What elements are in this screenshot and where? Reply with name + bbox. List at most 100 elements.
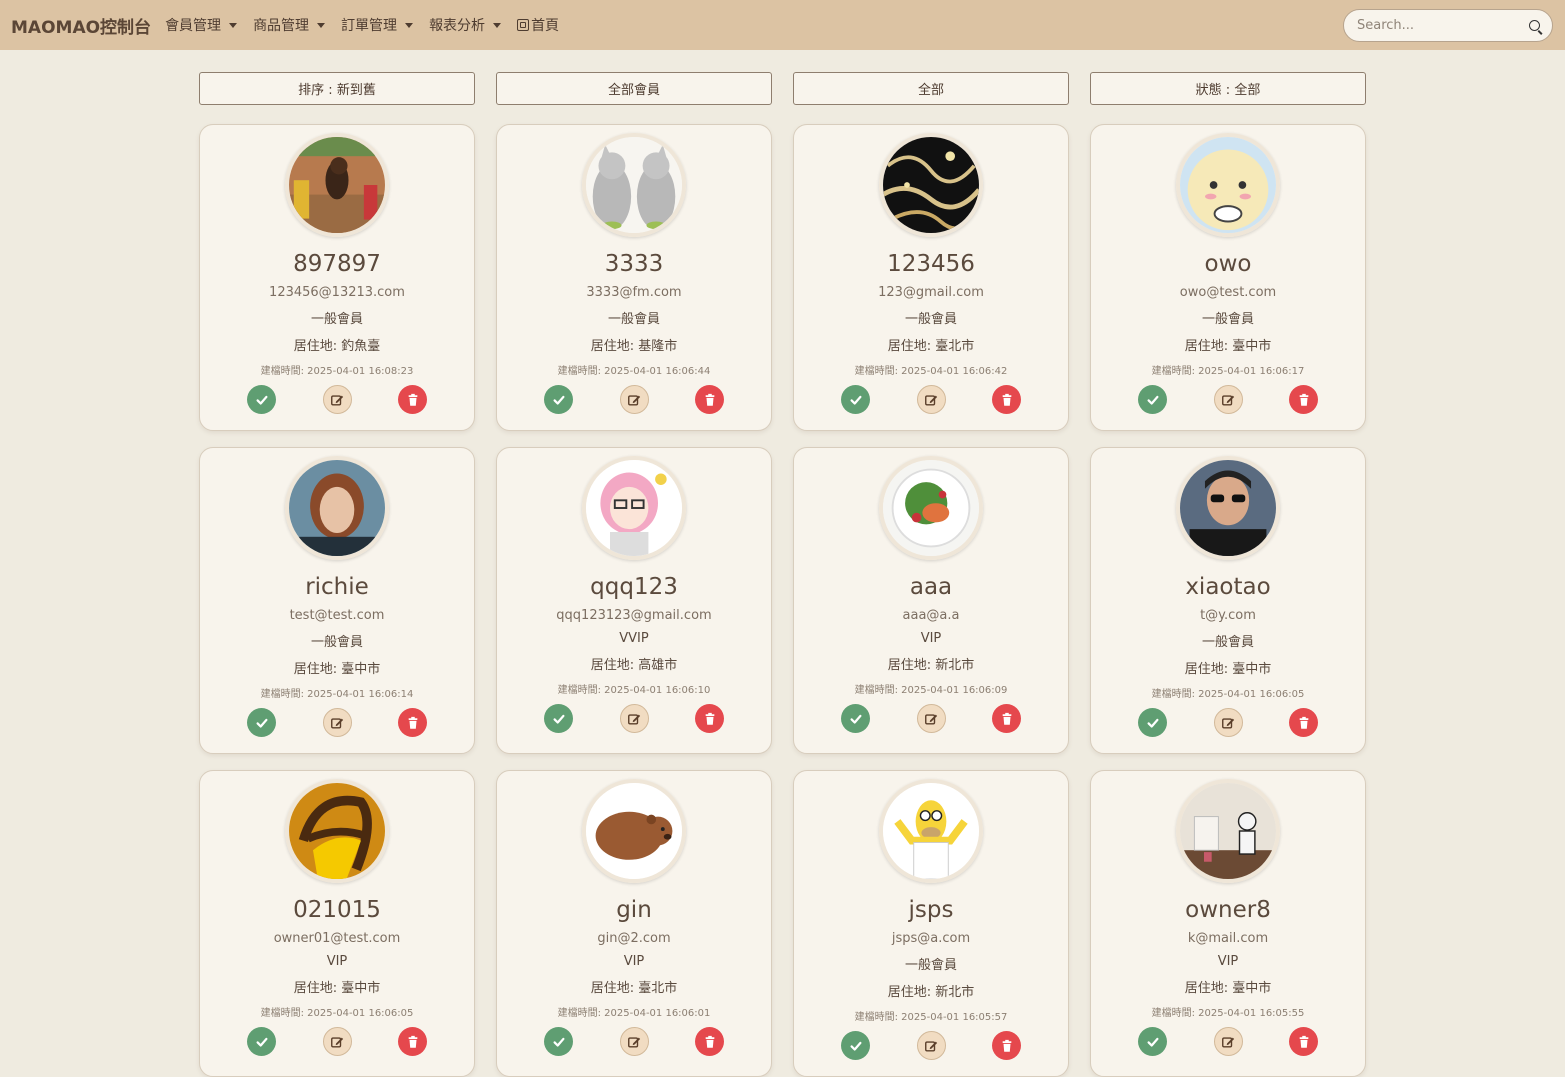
member-created-time: 建檔時間: 2025-04-01 16:06:14 (260, 689, 414, 700)
member-name: 897897 (293, 251, 381, 277)
top-navbar: MAOMAO控制台 會員管理 商品管理 訂單管理 報表分析 首頁 (0, 0, 1565, 50)
level-filter-button[interactable]: 全部 (793, 72, 1069, 105)
delete-button[interactable] (1289, 708, 1318, 737)
approve-button[interactable] (1138, 1027, 1167, 1056)
member-level: VIP (1217, 954, 1239, 969)
check-icon (552, 393, 566, 407)
member-name: gin (616, 897, 652, 923)
edit-button[interactable] (619, 704, 649, 733)
delete-button[interactable] (992, 1031, 1021, 1060)
edit-button[interactable] (322, 1027, 352, 1056)
edit-icon (924, 393, 938, 407)
edit-button[interactable] (916, 704, 946, 733)
edit-button[interactable] (619, 1027, 649, 1056)
edit-icon (1221, 1035, 1235, 1049)
member-email: test@test.com (289, 608, 385, 623)
nav-item-products[interactable]: 商品管理 (253, 15, 326, 35)
approve-button[interactable] (247, 1027, 276, 1056)
brand-logo[interactable]: MAOMAO控制台 (11, 13, 151, 38)
check-icon (552, 1035, 566, 1049)
approve-button[interactable] (1138, 385, 1167, 414)
approve-button[interactable] (544, 1027, 573, 1056)
trash-icon (406, 1035, 420, 1049)
member-city: 居住地: 新北市 (887, 658, 975, 673)
trash-icon (406, 716, 420, 730)
edit-button[interactable] (619, 385, 649, 414)
member-email: 123456@13213.com (269, 285, 405, 300)
delete-button[interactable] (695, 704, 724, 733)
nav-item-label: 首頁 (531, 18, 560, 34)
member-card: 021015 owner01@test.com VIP 居住地: 臺中市 建檔時間: 2… (199, 770, 475, 1077)
edit-icon (330, 716, 344, 730)
delete-button[interactable] (992, 704, 1021, 733)
approve-button[interactable] (247, 708, 276, 737)
nav-menu: 會員管理 商品管理 訂單管理 報表分析 首頁 (165, 15, 575, 35)
member-name: xiaotao (1185, 574, 1271, 600)
member-card: xiaotao t@y.com 一般會員 居住地: 臺中市 建檔時間: 2025-04-… (1090, 447, 1366, 754)
trash-icon (703, 1035, 717, 1049)
check-icon (255, 1035, 269, 1049)
member-name: 3333 (604, 251, 664, 277)
member-card: jsps jsps@a.com 一般會員 居住地: 新北市 建檔時間: 2025-04-… (793, 770, 1069, 1077)
member-email: 123@gmail.com (878, 285, 984, 300)
member-email: jsps@a.com (891, 931, 971, 946)
edit-button[interactable] (1213, 385, 1243, 414)
edit-button[interactable] (322, 385, 352, 414)
search-input[interactable] (1355, 17, 1519, 34)
member-city: 居住地: 臺中市 (1184, 339, 1272, 354)
delete-button[interactable] (992, 385, 1021, 414)
member-card: aaa aaa@a.a VIP 居住地: 新北市 建檔時間: 2025-04-01 16… (793, 447, 1069, 754)
avatar (1176, 456, 1280, 560)
approve-button[interactable] (841, 704, 870, 733)
edit-button[interactable] (916, 1031, 946, 1060)
member-email: k@mail.com (1187, 931, 1269, 946)
delete-button[interactable] (695, 1027, 724, 1056)
edit-button[interactable] (322, 708, 352, 737)
nav-item-reports[interactable]: 報表分析 (429, 15, 502, 35)
avatar (285, 133, 389, 237)
delete-button[interactable] (398, 1027, 427, 1056)
nav-item-orders[interactable]: 訂單管理 (341, 15, 414, 35)
edit-icon (627, 712, 641, 726)
edit-button[interactable] (1213, 1027, 1243, 1056)
member-created-time: 建檔時間: 2025-04-01 16:06:05 (260, 1008, 414, 1019)
approve-button[interactable] (841, 1031, 870, 1060)
member-name: 123456 (887, 251, 975, 277)
member-level: 一般會員 (1201, 635, 1254, 650)
member-card: owner8 k@mail.com VIP 居住地: 臺中市 建檔時間: 2025-04… (1090, 770, 1366, 1077)
member-filter-button[interactable]: 全部會員 (496, 72, 772, 105)
member-card: gin gin@2.com VIP 居住地: 臺北市 建檔時間: 2025-04-01 … (496, 770, 772, 1077)
approve-button[interactable] (247, 385, 276, 414)
member-city: 居住地: 釣魚臺 (293, 339, 381, 354)
delete-button[interactable] (695, 385, 724, 414)
avatar (1176, 133, 1280, 237)
delete-button[interactable] (398, 385, 427, 414)
member-name: aaa (909, 574, 953, 600)
nav-item-members[interactable]: 會員管理 (165, 15, 238, 35)
edit-icon (330, 1035, 344, 1049)
member-level: 一般會員 (310, 635, 363, 650)
nav-item-label: 商品管理 (253, 18, 310, 34)
edit-button[interactable] (916, 385, 946, 414)
nav-item-label: 訂單管理 (341, 18, 398, 34)
edit-button[interactable] (1213, 708, 1243, 737)
card-actions (841, 385, 1021, 414)
sort-filter-button[interactable]: 排序 : 新到舊 (199, 72, 475, 105)
approve-button[interactable] (1138, 708, 1167, 737)
member-level: VIP (623, 954, 645, 969)
member-city: 居住地: 臺北市 (887, 339, 975, 354)
status-filter-button[interactable]: 狀態 : 全部 (1090, 72, 1366, 105)
member-created-time: 建檔時間: 2025-04-01 16:06:17 (1151, 366, 1305, 377)
edit-icon (924, 712, 938, 726)
delete-button[interactable] (398, 708, 427, 737)
approve-button[interactable] (544, 704, 573, 733)
delete-button[interactable] (1289, 1027, 1318, 1056)
member-email: t@y.com (1200, 608, 1256, 623)
nav-item-home[interactable]: 首頁 (517, 15, 559, 35)
member-card: richie test@test.com 一般會員 居住地: 臺中市 建檔時間: 202… (199, 447, 475, 754)
delete-button[interactable] (1289, 385, 1318, 414)
search-icon[interactable] (1529, 20, 1540, 31)
approve-button[interactable] (841, 385, 870, 414)
edit-icon (627, 1035, 641, 1049)
approve-button[interactable] (544, 385, 573, 414)
